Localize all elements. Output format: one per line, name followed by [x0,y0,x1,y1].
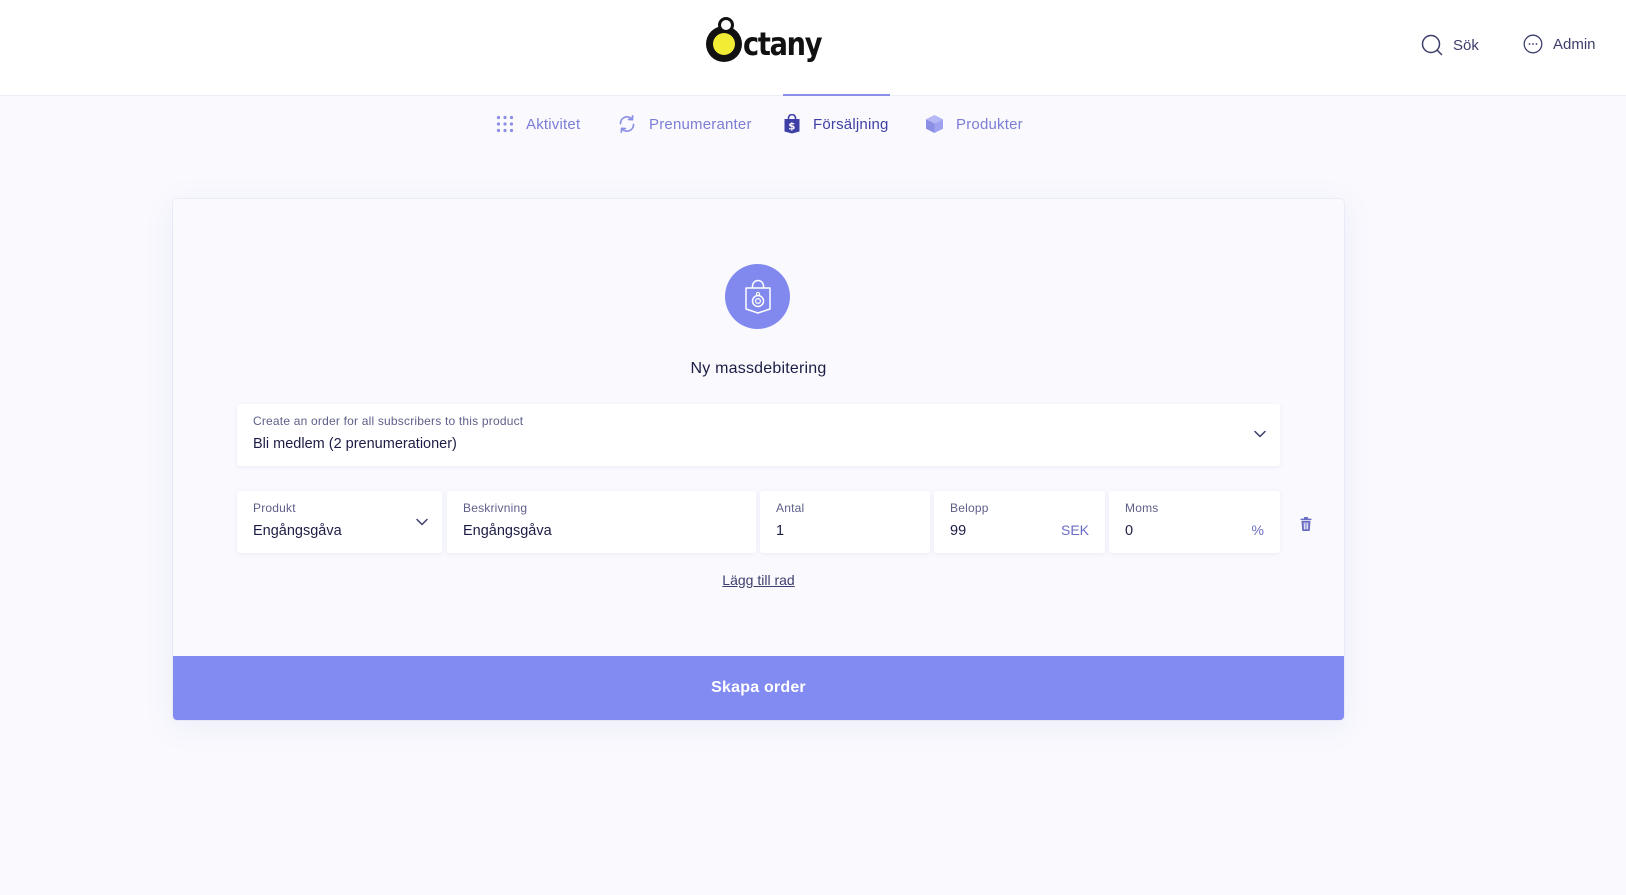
trash-icon[interactable] [1300,517,1312,531]
tab-produkter-label: Produkter [956,115,1023,133]
chevron-down-icon [1254,430,1266,438]
shopping-bag-icon [744,279,771,314]
quantity-value: 1 [776,523,785,539]
product-select[interactable]: Produkt Engångsgåva [237,491,442,553]
tab-prenumeranter-label: Prenumeranter [649,115,752,133]
product-label: Produkt [253,501,296,515]
chevron-down-icon [416,518,428,526]
tab-aktivitet-label: Aktivitet [526,115,581,133]
sales-badge [725,264,790,329]
more-options-icon [1523,34,1543,54]
tab-prenumeranter[interactable]: Prenumeranter [617,96,752,152]
currency-suffix: SEK [1060,522,1089,538]
quantity-label: Antal [776,501,805,515]
bulk-charge-card: Ny massdebitering Create an order for al… [173,199,1344,720]
search-link[interactable]: Sök [1421,34,1479,56]
quantity-input[interactable]: Antal 1 [760,491,930,553]
amount-input[interactable]: Belopp 99 SEK [934,491,1105,553]
search-label: Sök [1453,36,1479,54]
main-nav: Aktivitet Prenumeranter $ Försäljning Pr… [0,94,1626,152]
tab-aktivitet[interactable]: Aktivitet [496,96,580,152]
top-header: ctany Sök Admin [0,0,1626,96]
amount-label: Belopp [950,501,989,515]
admin-menu[interactable]: Admin [1523,34,1596,54]
vat-input[interactable]: Moms 0 % [1109,491,1280,553]
add-row-wrapper: Lägg till rad [173,572,1344,590]
tab-produkter[interactable]: Produkter [925,96,1023,152]
logo-mark-icon [706,17,742,62]
vat-value: 0 [1125,523,1134,539]
product-value: Engångsgåva [253,523,342,539]
octany-logo[interactable]: ctany [706,17,835,66]
subscription-product-select[interactable]: Create an order for all subscribers to t… [237,404,1280,466]
subscription-select-label: Create an order for all subscribers to t… [253,414,524,428]
grid-icon [496,115,514,133]
create-order-button[interactable]: Skapa order [173,656,1344,720]
tab-forsaljning[interactable]: $ Försäljning [783,94,890,152]
shopping-bag-dollar-icon: $ [784,114,800,134]
admin-label: Admin [1553,35,1596,53]
vat-label: Moms [1125,501,1159,515]
logo-text: ctany [743,25,822,63]
search-icon [1421,34,1443,56]
refresh-icon [619,114,635,134]
percent-suffix: % [1251,522,1264,538]
description-value: Engångsgåva [463,523,552,539]
box-icon [926,115,943,133]
add-row-link[interactable]: Lägg till rad [722,572,794,588]
description-input[interactable]: Beskrivning Engångsgåva [447,491,756,553]
description-label: Beskrivning [463,501,528,515]
svg-text:$: $ [788,122,795,133]
tab-forsaljning-label: Försäljning [813,115,889,133]
subscription-select-value: Bli medlem (2 prenumerationer) [253,436,457,452]
form-title: Ny massdebitering [690,360,827,377]
